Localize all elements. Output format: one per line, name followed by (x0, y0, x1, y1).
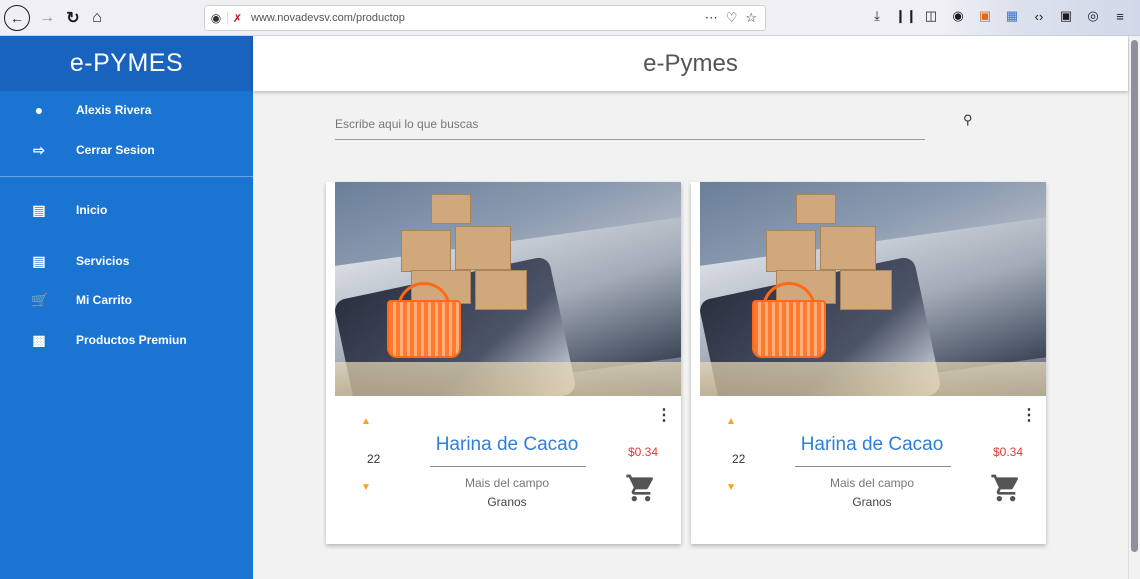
logout-icon: ⇨ (33, 141, 45, 158)
address-bar[interactable]: ◉ ✗ www.novadevsv.com/productop ⋯ ♡ ☆ (204, 5, 766, 31)
cart-add-icon: 🛒 (31, 291, 49, 308)
product-image (700, 182, 1046, 396)
quantity-increase-icon[interactable]: ▲ (361, 416, 371, 427)
home-icon[interactable]: ⌂ (88, 6, 106, 30)
sidebar-divider (0, 176, 253, 177)
add-to-cart-icon[interactable] (625, 472, 657, 504)
scrollbar-thumb[interactable] (1131, 40, 1138, 552)
library-icon[interactable]: ❙❙ (895, 8, 917, 24)
sidebar-item-inicio[interactable]: ▤ Inicio (0, 197, 253, 223)
gift-card-icon: ▩ (32, 331, 46, 348)
product-brand: Mais del campo (464, 476, 550, 490)
quantity-decrease-icon[interactable]: ▼ (726, 482, 736, 493)
sidebar-item-user[interactable]: ● Alexis Rivera (0, 97, 253, 123)
extension-icon[interactable]: ▣ (976, 8, 994, 24)
sidebar: e-PYMES ● Alexis Rivera ⇨ Cerrar Sesion … (0, 36, 253, 579)
quantity-increase-icon[interactable]: ▲ (726, 416, 736, 427)
bookmark-star-icon[interactable]: ☆ (745, 10, 757, 26)
product-image (335, 182, 681, 396)
account-icon[interactable]: ◉ (949, 8, 967, 24)
pocket-icon[interactable]: ♡ (726, 10, 738, 26)
more-vert-icon[interactable]: ⋮ (1021, 408, 1037, 424)
quantity-decrease-icon[interactable]: ▼ (361, 482, 371, 493)
search-field[interactable] (335, 108, 925, 140)
product-category: Granos (487, 495, 527, 509)
product-name-divider (795, 466, 951, 467)
product-name[interactable]: Harina de Cacao (426, 434, 588, 456)
quantity-value: 22 (367, 452, 381, 466)
main-content: e-Pymes ⚲ ▲ 22 ▼ Harina de Cacao Mais de… (253, 36, 1128, 579)
browser-toolbar: ← → ↻ ⌂ ◉ ✗ www.novadevsv.com/productop … (0, 0, 1140, 36)
tracking-shield-icon[interactable]: ◉ (205, 11, 227, 25)
devtools-icon[interactable]: ‹› (1030, 9, 1048, 24)
product-name[interactable]: Harina de Cacao (791, 434, 953, 456)
extension-n-icon[interactable]: ▣ (1057, 8, 1075, 24)
sidebar-item-servicios[interactable]: ▤ Servicios (0, 248, 253, 274)
product-card: ▲ 22 ▼ Harina de Cacao Mais del campo Gr… (326, 182, 681, 544)
sidebar-item-label: Mi Carrito (76, 293, 133, 307)
sidebar-item-mi-carrito[interactable]: 🛒 Mi Carrito (0, 287, 253, 313)
product-price: $0.34 (993, 445, 1024, 459)
more-actions-icon[interactable]: ⋯ (705, 10, 718, 26)
translate-icon[interactable]: ▦ (1003, 8, 1021, 24)
briefcase-icon: ▤ (32, 252, 46, 269)
sidebar-item-label: Productos Premiun (76, 333, 187, 347)
sidebar-item-logout[interactable]: ⇨ Cerrar Sesion (0, 137, 253, 163)
insecure-lock-icon[interactable]: ✗ (227, 11, 247, 25)
page-scrollbar[interactable] (1128, 36, 1140, 579)
sidebar-item-productos-premiun[interactable]: ▩ Productos Premiun (0, 327, 253, 353)
product-name-divider (430, 466, 586, 467)
sidebar-item-label: Cerrar Sesion (76, 143, 155, 157)
page-title: e-Pymes (253, 36, 1128, 91)
forward-arrow-icon[interactable]: → (38, 6, 56, 30)
product-card: ▲ 22 ▼ Harina de Cacao Mais del campo Gr… (691, 182, 1046, 544)
back-arrow-icon[interactable]: ← (4, 5, 30, 31)
account-circle-icon: ● (34, 102, 44, 118)
sidebar-brand: e-PYMES (0, 36, 253, 91)
search-input[interactable] (335, 108, 925, 139)
sidebar-toggle-icon[interactable]: ◫ (922, 8, 940, 24)
more-vert-icon[interactable]: ⋮ (656, 408, 672, 424)
reload-icon[interactable]: ↻ (64, 6, 82, 30)
product-brand: Mais del campo (829, 476, 915, 490)
extension-circle-icon[interactable]: ◎ (1084, 8, 1102, 24)
hamburger-menu-icon[interactable]: ≡ (1111, 9, 1129, 24)
product-card-body: ▲ 22 ▼ Harina de Cacao Mais del campo Gr… (691, 396, 1046, 544)
product-category: Granos (852, 495, 892, 509)
download-icon[interactable]: ⤓ (868, 8, 886, 24)
search-icon[interactable]: ⚲ (963, 112, 973, 128)
url-text[interactable]: www.novadevsv.com/productop (251, 12, 705, 24)
product-price: $0.34 (628, 445, 659, 459)
add-to-cart-icon[interactable] (990, 472, 1022, 504)
product-card-body: ▲ 22 ▼ Harina de Cacao Mais del campo Gr… (326, 396, 681, 544)
briefcase-icon: ▤ (32, 201, 46, 218)
sidebar-item-label: Alexis Rivera (76, 103, 152, 117)
sidebar-item-label: Servicios (76, 254, 130, 268)
sidebar-item-label: Inicio (76, 203, 108, 217)
quantity-value: 22 (732, 452, 746, 466)
